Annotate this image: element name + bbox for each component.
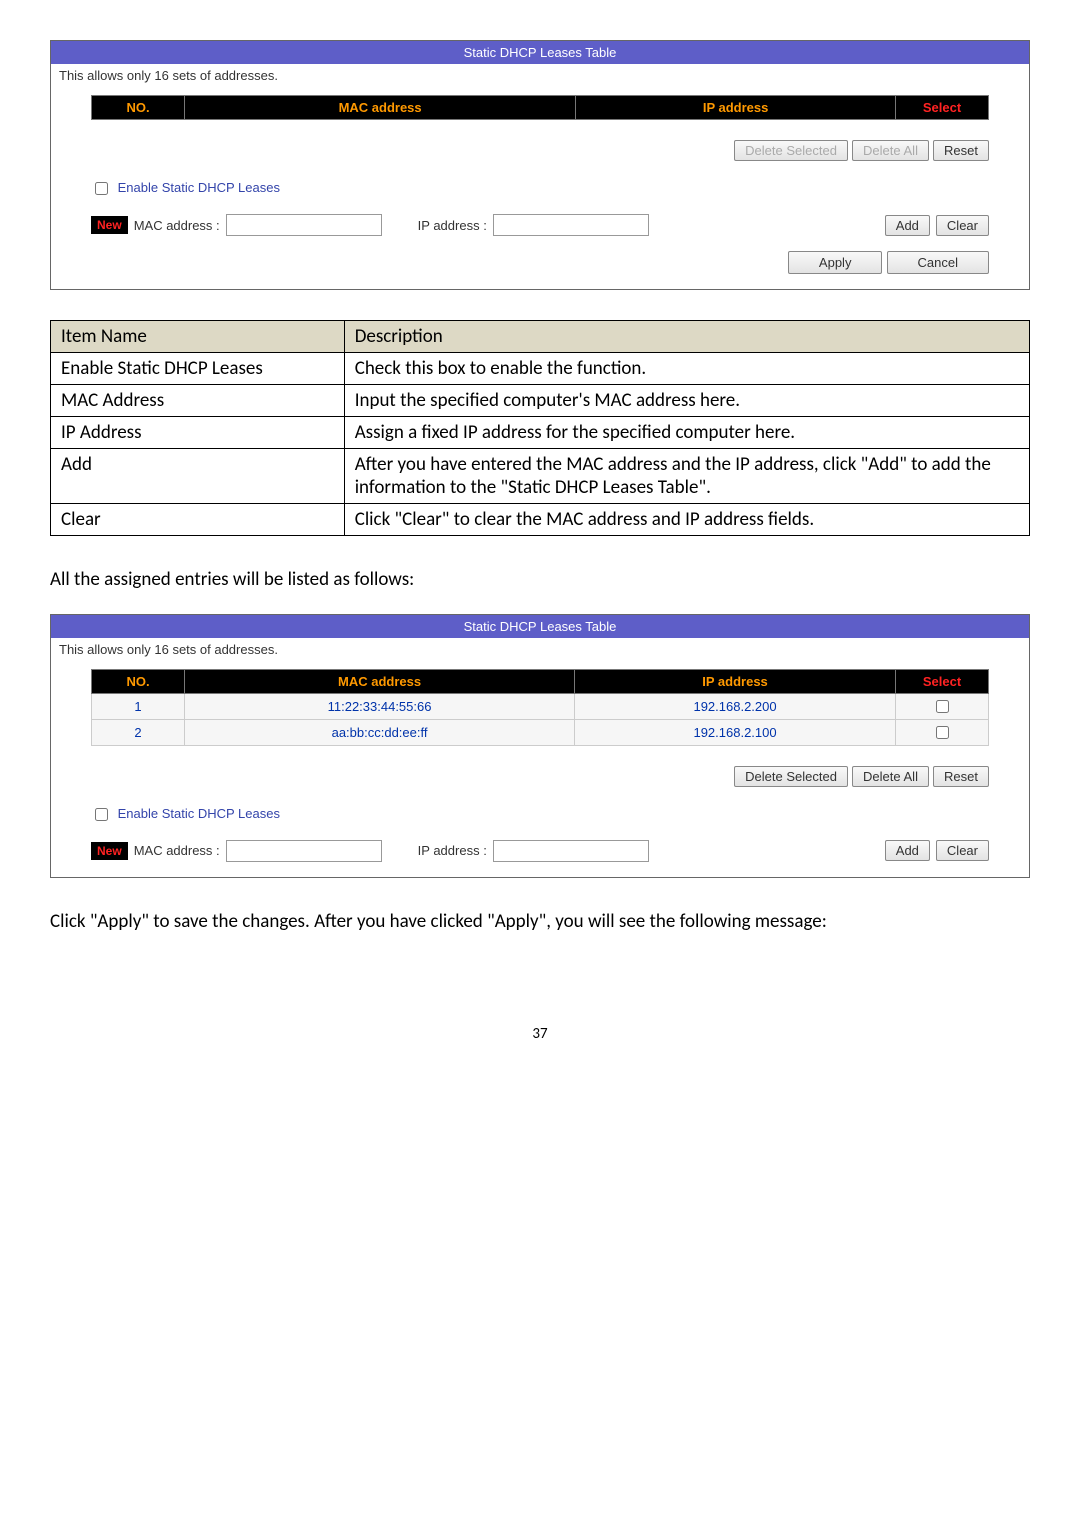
- delete-all-button[interactable]: Delete All: [852, 140, 929, 161]
- col-select: Select: [896, 96, 989, 120]
- enable-static-dhcp-checkbox[interactable]: [95, 182, 108, 195]
- clear-button[interactable]: Clear: [936, 215, 989, 236]
- mac-address-input[interactable]: [226, 214, 382, 236]
- dhcp-table-filled: NO. MAC address IP address Select 1 11:2…: [91, 669, 989, 746]
- delete-selected-button[interactable]: Delete Selected: [734, 766, 848, 787]
- ip-address-label: IP address :: [418, 218, 487, 233]
- col-no: NO.: [92, 669, 185, 693]
- new-badge: New: [91, 216, 128, 234]
- mac-address-label: MAC address :: [134, 218, 220, 233]
- ip-address-label: IP address :: [418, 843, 487, 858]
- col-mac: MAC address: [185, 96, 576, 120]
- panel-title: Static DHCP Leases Table: [51, 41, 1029, 64]
- mac-address-label: MAC address :: [134, 843, 220, 858]
- table-row: Add After you have entered the MAC addre…: [51, 449, 1030, 504]
- desc-head-desc: Description: [344, 321, 1029, 353]
- col-ip: IP address: [576, 96, 896, 120]
- new-badge: New: [91, 842, 128, 860]
- table-row: 2 aa:bb:cc:dd:ee:ff 192.168.2.100: [92, 719, 989, 745]
- panel-title: Static DHCP Leases Table: [51, 615, 1029, 638]
- col-ip: IP address: [575, 669, 896, 693]
- table-row: Clear Click "Clear" to clear the MAC add…: [51, 504, 1030, 536]
- enable-static-dhcp-label: Enable Static DHCP Leases: [118, 805, 280, 820]
- ip-address-input[interactable]: [493, 214, 649, 236]
- body-text-bottom: Click "Apply" to save the changes. After…: [50, 908, 1030, 936]
- reset-button[interactable]: Reset: [933, 140, 989, 161]
- apply-button[interactable]: Apply: [788, 251, 883, 274]
- dhcp-panel-filled: Static DHCP Leases Table This allows onl…: [50, 614, 1030, 878]
- delete-all-button[interactable]: Delete All: [852, 766, 929, 787]
- add-button[interactable]: Add: [885, 215, 930, 236]
- page-number: 37: [50, 1025, 1030, 1043]
- table-row: Enable Static DHCP Leases Check this box…: [51, 353, 1030, 385]
- col-mac: MAC address: [185, 669, 575, 693]
- table-row: MAC Address Input the specified computer…: [51, 385, 1030, 417]
- dhcp-table-empty: NO. MAC address IP address Select: [91, 95, 989, 120]
- add-button[interactable]: Add: [885, 840, 930, 861]
- panel-note: This allows only 16 sets of addresses.: [51, 638, 1029, 661]
- mac-address-input[interactable]: [226, 840, 382, 862]
- col-no: NO.: [92, 96, 185, 120]
- row-select-checkbox[interactable]: [936, 726, 949, 739]
- desc-head-name: Item Name: [51, 321, 345, 353]
- enable-static-dhcp-checkbox[interactable]: [95, 808, 108, 821]
- table-row: 1 11:22:33:44:55:66 192.168.2.200: [92, 693, 989, 719]
- ip-address-input[interactable]: [493, 840, 649, 862]
- cancel-button[interactable]: Cancel: [887, 251, 989, 274]
- body-text-middle: All the assigned entries will be listed …: [50, 566, 1030, 594]
- enable-static-dhcp-label: Enable Static DHCP Leases: [118, 180, 280, 195]
- description-table: Item Name Description Enable Static DHCP…: [50, 320, 1030, 536]
- clear-button[interactable]: Clear: [936, 840, 989, 861]
- reset-button[interactable]: Reset: [933, 766, 989, 787]
- col-select: Select: [896, 669, 989, 693]
- row-select-checkbox[interactable]: [936, 700, 949, 713]
- panel-note: This allows only 16 sets of addresses.: [51, 64, 1029, 87]
- dhcp-panel-empty: Static DHCP Leases Table This allows onl…: [50, 40, 1030, 290]
- table-row: IP Address Assign a fixed IP address for…: [51, 417, 1030, 449]
- delete-selected-button[interactable]: Delete Selected: [734, 140, 848, 161]
